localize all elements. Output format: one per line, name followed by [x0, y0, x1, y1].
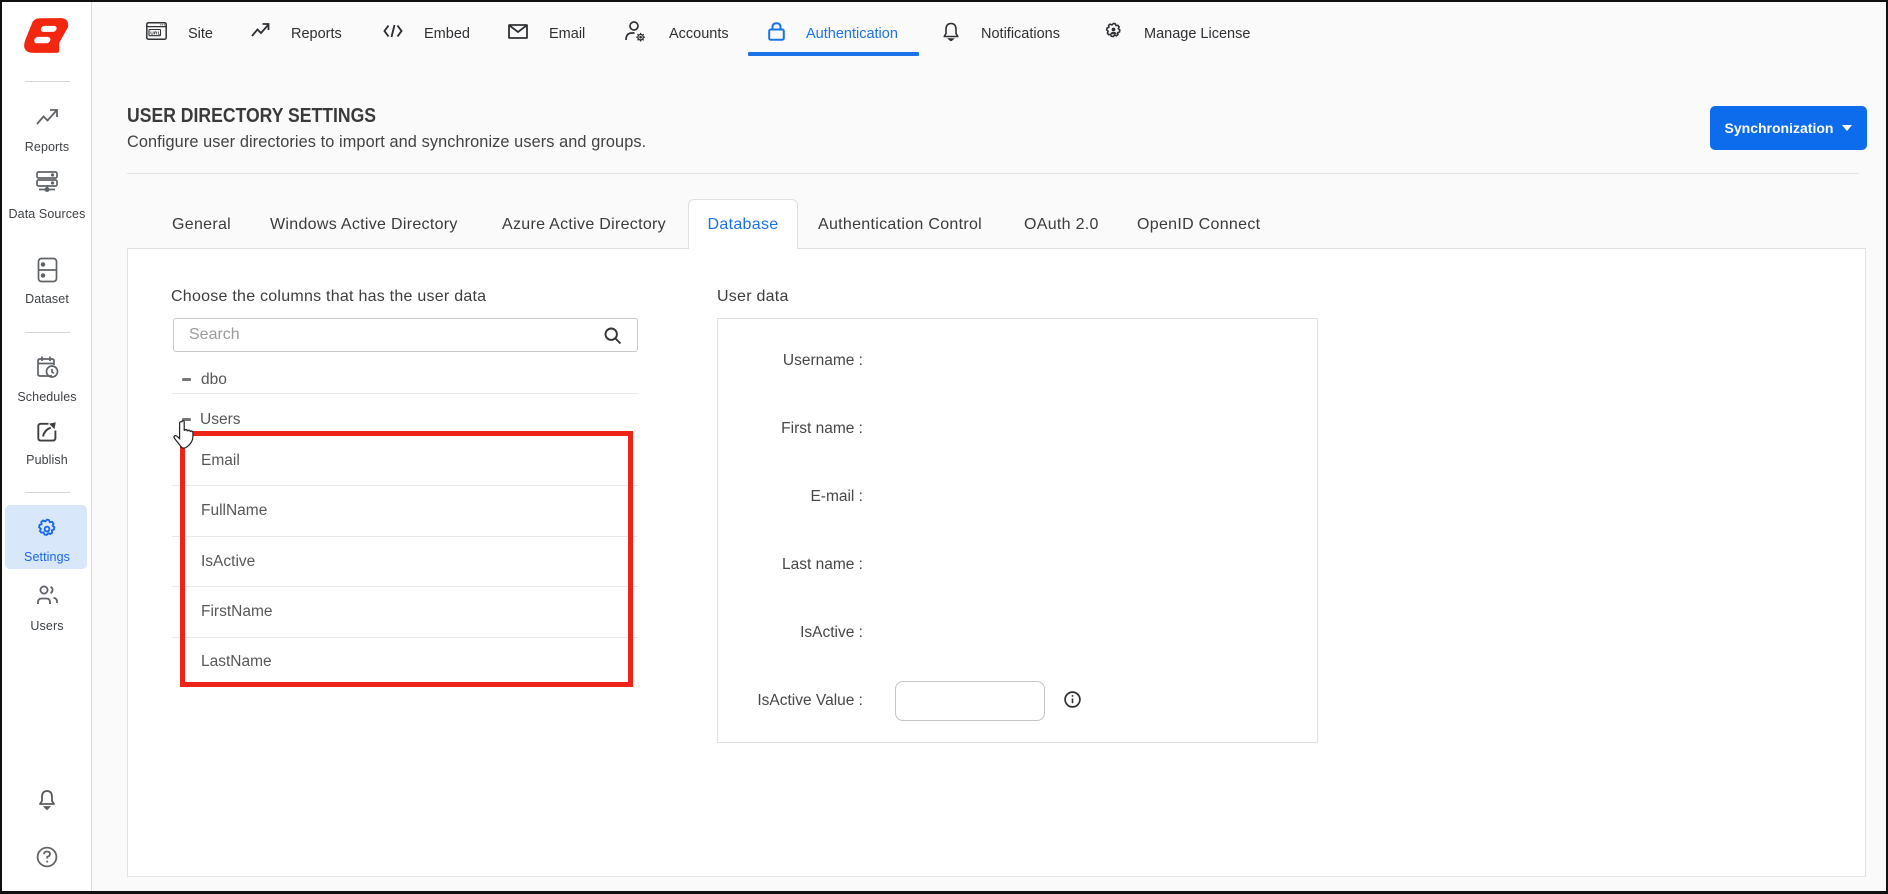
svg-text:URL: URL: [150, 31, 161, 37]
